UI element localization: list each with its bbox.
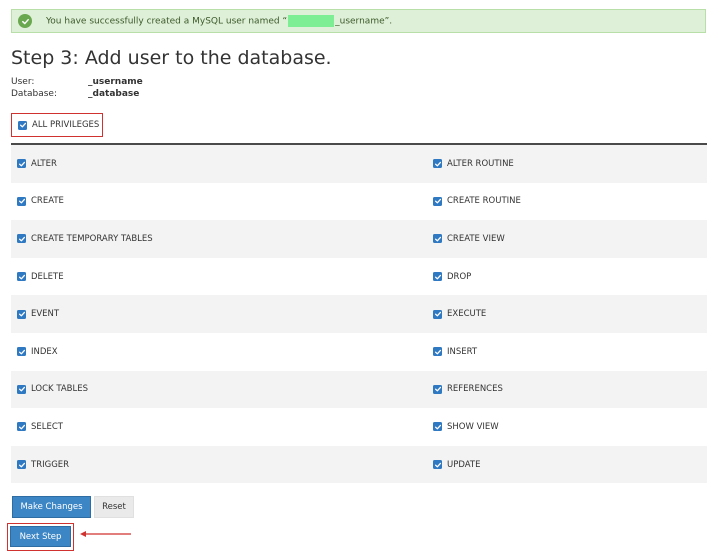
user-value: _username bbox=[88, 77, 143, 87]
next-step-button[interactable]: Next Step bbox=[10, 526, 71, 547]
next-step-highlight: Next Step bbox=[7, 523, 74, 551]
checkbox-checked-icon[interactable] bbox=[17, 159, 26, 169]
privilege-label: CREATE ROUTINE bbox=[447, 196, 521, 207]
checkbox-checked-icon[interactable] bbox=[433, 159, 442, 169]
privilege-label: INSERT bbox=[447, 346, 478, 357]
checkbox-checked-icon[interactable] bbox=[17, 347, 26, 357]
privilege-row: TRIGGER UPDATE bbox=[11, 445, 707, 484]
privilege-checkbox-create-view[interactable]: CREATE VIEW bbox=[433, 234, 505, 244]
checkbox-checked-icon[interactable] bbox=[17, 384, 26, 394]
privilege-checkbox-insert[interactable]: INSERT bbox=[433, 347, 477, 357]
checkbox-checked-icon[interactable] bbox=[433, 234, 442, 244]
checkbox-checked-icon[interactable] bbox=[17, 196, 26, 206]
privilege-checkbox-delete[interactable]: DELETE bbox=[17, 272, 64, 282]
privilege-row: DELETE DROP bbox=[11, 258, 707, 296]
privilege-label: REFERENCES bbox=[447, 384, 503, 395]
privilege-checkbox-create-routine[interactable]: CREATE ROUTINE bbox=[433, 196, 521, 206]
privilege-label: CREATE VIEW bbox=[447, 233, 505, 244]
redacted-prefix bbox=[288, 15, 335, 27]
page-title: Step 3: Add user to the database. bbox=[11, 47, 332, 69]
user-label: User: bbox=[11, 77, 35, 87]
privilege-checkbox-trigger[interactable]: TRIGGER bbox=[17, 460, 69, 470]
checkbox-checked-icon[interactable] bbox=[433, 422, 442, 432]
privilege-checkbox-show-view[interactable]: SHOW VIEW bbox=[433, 422, 499, 432]
reset-button[interactable]: Reset bbox=[94, 496, 134, 518]
database-meta: Database: _database bbox=[11, 89, 139, 99]
privilege-label: SELECT bbox=[31, 421, 63, 432]
privilege-checkbox-create-temporary-tables[interactable]: CREATE TEMPORARY TABLES bbox=[17, 234, 153, 244]
privilege-label: TRIGGER bbox=[31, 459, 70, 470]
all-privileges-checkbox[interactable]: ALL PRIVILEGES bbox=[11, 113, 103, 137]
privilege-label: ALTER ROUTINE bbox=[447, 158, 514, 169]
privilege-row: CREATE TEMPORARY TABLES CREATE VIEW bbox=[11, 220, 707, 258]
checkbox-checked-icon[interactable] bbox=[433, 460, 442, 470]
arrow-left-icon bbox=[80, 531, 131, 537]
checkbox-checked-icon[interactable] bbox=[433, 196, 442, 206]
privilege-label: DELETE bbox=[31, 271, 64, 282]
privilege-checkbox-event[interactable]: EVENT bbox=[17, 309, 59, 319]
privilege-checkbox-create[interactable]: CREATE bbox=[17, 196, 64, 206]
check-circle-icon bbox=[18, 14, 32, 28]
all-privileges-label: ALL PRIVILEGES bbox=[32, 120, 100, 130]
success-alert: You have successfully created a MySQL us… bbox=[11, 9, 706, 33]
privilege-checkbox-drop[interactable]: DROP bbox=[433, 272, 471, 282]
database-label: Database: bbox=[11, 89, 57, 99]
privilege-label: UPDATE bbox=[447, 459, 481, 470]
privilege-row: ALTER ALTER ROUTINE bbox=[11, 145, 707, 183]
privileges-table: ALTER ALTER ROUTINE CREATE CREATE ROUTINE CR… bbox=[11, 143, 707, 484]
checkbox-checked-icon[interactable] bbox=[17, 460, 26, 470]
user-meta: User: _username bbox=[11, 77, 143, 87]
privilege-label: EXECUTE bbox=[447, 309, 487, 320]
privilege-checkbox-select[interactable]: SELECT bbox=[17, 422, 63, 432]
checkbox-checked-icon[interactable] bbox=[433, 384, 442, 394]
privilege-checkbox-execute[interactable]: EXECUTE bbox=[433, 309, 486, 319]
privilege-label: DROP bbox=[447, 271, 472, 282]
privilege-label: INDEX bbox=[31, 346, 58, 357]
checkbox-checked-icon[interactable] bbox=[17, 234, 26, 244]
privilege-row: LOCK TABLES REFERENCES bbox=[11, 370, 707, 409]
make-changes-button[interactable]: Make Changes bbox=[12, 496, 91, 518]
checkbox-checked-icon[interactable] bbox=[18, 120, 27, 130]
alert-text-before: You have successfully created a MySQL us… bbox=[46, 16, 288, 27]
privilege-label: CREATE bbox=[31, 196, 64, 207]
privilege-row: CREATE CREATE ROUTINE bbox=[11, 183, 707, 221]
privilege-row: INDEX INSERT bbox=[11, 333, 707, 371]
privilege-checkbox-index[interactable]: INDEX bbox=[17, 347, 58, 357]
privilege-row: SELECT SHOW VIEW bbox=[11, 408, 707, 446]
checkbox-checked-icon[interactable] bbox=[433, 347, 442, 357]
alert-text-after: _username”. bbox=[335, 16, 393, 27]
checkbox-checked-icon[interactable] bbox=[17, 272, 26, 282]
database-value: _database bbox=[88, 89, 140, 99]
privilege-label: EVENT bbox=[31, 309, 60, 320]
privilege-label: CREATE TEMPORARY TABLES bbox=[31, 233, 153, 244]
privilege-checkbox-alter-routine[interactable]: ALTER ROUTINE bbox=[433, 159, 514, 169]
privilege-checkbox-update[interactable]: UPDATE bbox=[433, 460, 480, 470]
checkbox-checked-icon[interactable] bbox=[433, 272, 442, 282]
privilege-checkbox-alter[interactable]: ALTER bbox=[17, 159, 57, 169]
alert-text: You have successfully created a MySQL us… bbox=[46, 15, 392, 27]
checkbox-checked-icon[interactable] bbox=[17, 309, 26, 319]
privilege-checkbox-references[interactable]: REFERENCES bbox=[433, 384, 503, 394]
checkbox-checked-icon[interactable] bbox=[433, 309, 442, 319]
privilege-label: LOCK TABLES bbox=[31, 384, 89, 395]
checkbox-checked-icon[interactable] bbox=[17, 422, 26, 432]
privilege-row: EVENT EXECUTE bbox=[11, 295, 707, 333]
privilege-label: SHOW VIEW bbox=[447, 421, 499, 432]
privilege-label: ALTER bbox=[31, 158, 57, 169]
privilege-checkbox-lock-tables[interactable]: LOCK TABLES bbox=[17, 384, 88, 394]
